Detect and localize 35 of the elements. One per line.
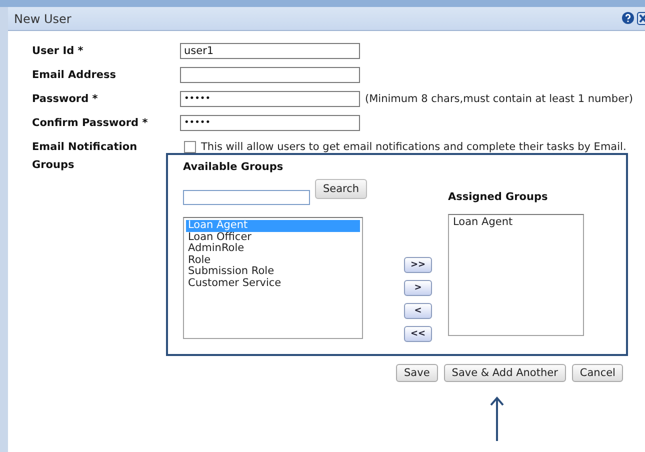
list-box[interactable]: Loan Agent bbox=[448, 214, 584, 336]
list-item[interactable]: Customer Service bbox=[186, 278, 360, 289]
checkbox-label: This will allow users to get email notifications and complete their tasks by Email. bbox=[201, 141, 626, 153]
field-label: Email Address bbox=[32, 69, 118, 81]
password-field[interactable]: ••••• bbox=[180, 91, 360, 107]
list-item[interactable]: AdminRole bbox=[186, 243, 360, 254]
input-field[interactable]: user1 bbox=[180, 43, 360, 59]
move-button[interactable]: >> bbox=[404, 257, 432, 273]
search-button[interactable]: Search bbox=[315, 179, 368, 199]
list-item[interactable]: Loan Agent bbox=[451, 217, 581, 228]
section-title: Available Groups bbox=[183, 161, 284, 173]
action-button[interactable]: Save & Add Another bbox=[444, 364, 566, 382]
field-label: Password * bbox=[32, 93, 99, 105]
password-field[interactable]: ••••• bbox=[180, 115, 360, 131]
move-button[interactable]: < bbox=[404, 303, 432, 319]
search-field[interactable] bbox=[183, 190, 310, 205]
action-button[interactable]: Save bbox=[396, 364, 438, 382]
arrow-drawing bbox=[490, 395, 504, 441]
move-button[interactable]: << bbox=[404, 326, 432, 342]
help-icon[interactable] bbox=[622, 12, 634, 24]
hint-text: (Minimum 8 chars,must contain at least 1 number) bbox=[365, 93, 633, 105]
list-box[interactable]: Loan Agent Loan Officer AdminRole Role Submission Role Customer Service bbox=[183, 217, 363, 339]
list-item[interactable]: Role bbox=[186, 254, 360, 266]
field-label: Groups bbox=[32, 159, 76, 171]
section-title: Assigned Groups bbox=[448, 191, 549, 205]
field-label: User Id * bbox=[32, 45, 84, 57]
list-item[interactable]: Loan Officer bbox=[186, 232, 360, 243]
field-label: Email Notification bbox=[32, 141, 138, 153]
move-button[interactable]: > bbox=[404, 280, 432, 296]
action-button[interactable]: Cancel bbox=[572, 364, 624, 382]
input-field[interactable] bbox=[180, 67, 360, 83]
list-item[interactable]: Submission Role bbox=[186, 266, 360, 278]
field-label: Confirm Password * bbox=[32, 117, 149, 129]
checkbox[interactable] bbox=[184, 141, 196, 153]
window-title: New User bbox=[14, 12, 72, 26]
